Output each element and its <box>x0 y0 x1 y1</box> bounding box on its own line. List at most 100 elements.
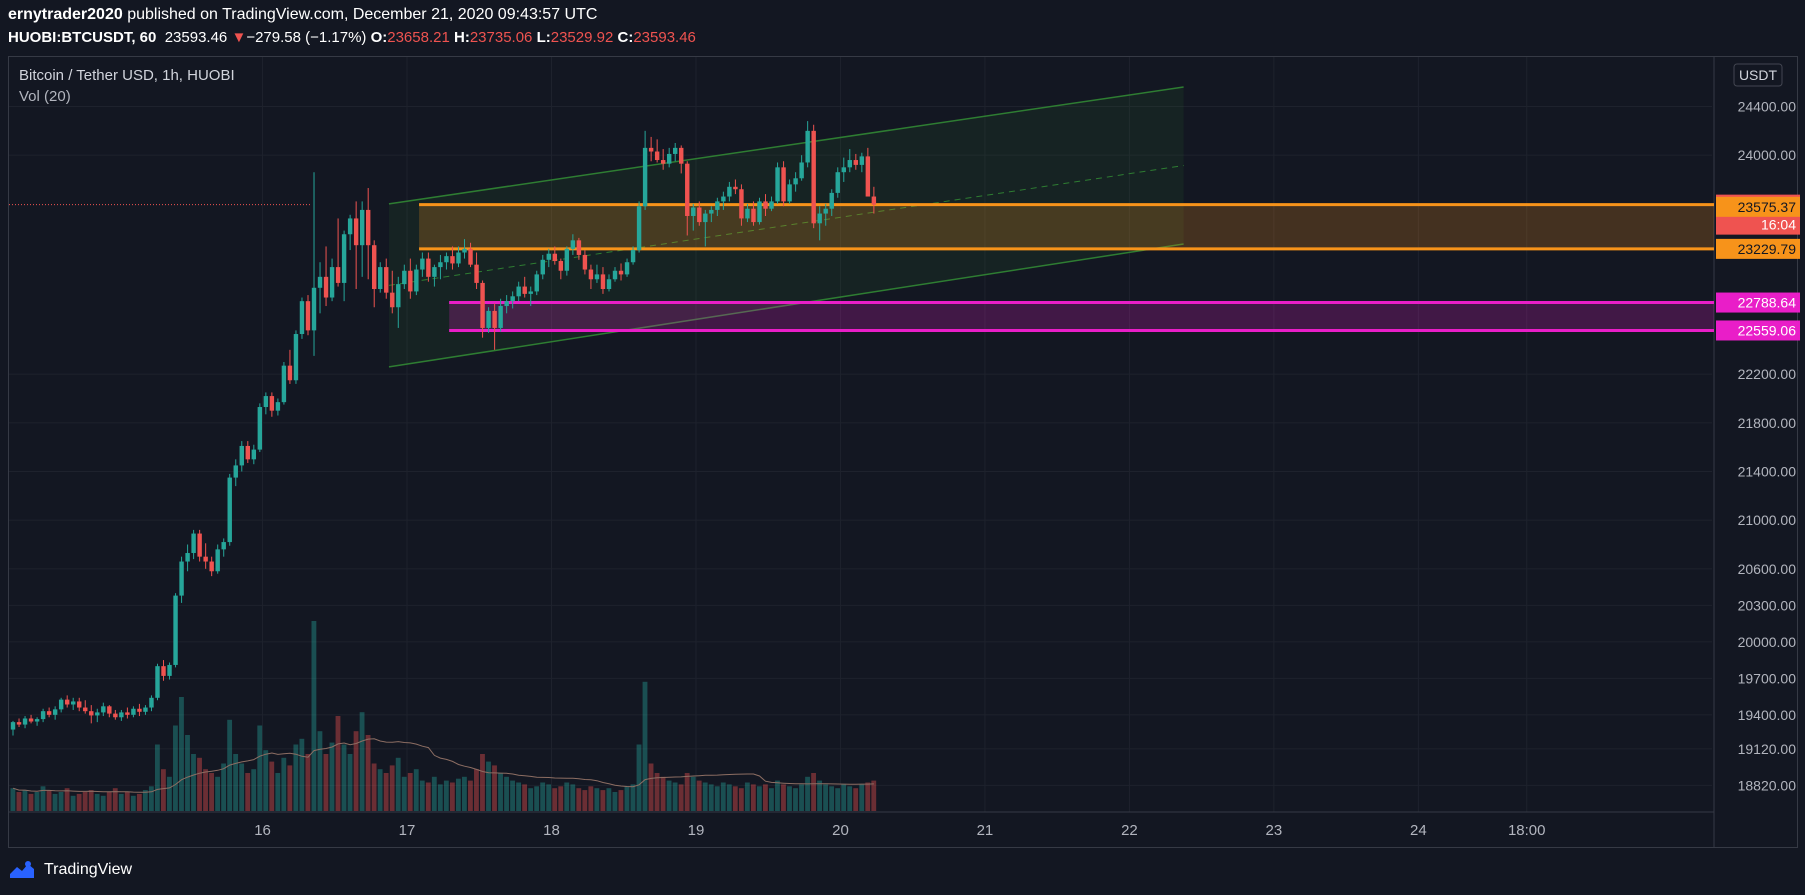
candle-body <box>853 160 859 165</box>
candle-body <box>233 465 238 478</box>
volume-bar <box>431 776 437 811</box>
volume-bar <box>70 795 76 811</box>
candle-body <box>787 184 792 202</box>
candle-body <box>468 248 473 265</box>
candle-body <box>474 264 479 283</box>
volume-bar <box>594 788 600 811</box>
candle-body <box>245 445 250 460</box>
candle-body <box>865 156 871 197</box>
candle-body <box>763 201 768 209</box>
chart-canvas[interactable]: 24400.00 24000.00 22200.00 21800.00 21400.00… <box>0 0 1805 895</box>
volume-bar <box>275 773 281 811</box>
volume-bar <box>389 765 395 811</box>
candle-body <box>185 553 190 562</box>
volume-bar <box>486 761 491 811</box>
candle-body <box>408 270 413 292</box>
price-tick-label: 21800.00 <box>1738 415 1797 431</box>
candle-body <box>173 595 178 665</box>
candle-body <box>691 207 696 216</box>
candle-body <box>384 267 389 293</box>
volume-bar <box>468 780 473 811</box>
volume-bar <box>437 784 443 811</box>
volume-bar <box>756 786 762 811</box>
volume-bar <box>281 757 287 811</box>
volume-bar <box>263 750 269 811</box>
candle-body <box>781 167 786 202</box>
candle-body <box>841 167 846 173</box>
volume-bar <box>16 792 22 811</box>
volume-bar <box>534 786 540 811</box>
candle-body <box>660 160 666 164</box>
candle-body <box>751 208 756 223</box>
candle-body <box>588 269 594 280</box>
volume-bar <box>510 780 515 811</box>
volume-bar <box>52 793 58 811</box>
volume-bar <box>215 776 220 811</box>
volume-bar <box>720 782 726 811</box>
currency-button-label[interactable]: USDT <box>1739 67 1778 83</box>
time-tick-label: 18 <box>543 822 560 839</box>
volume-bar <box>504 776 509 811</box>
candle-body <box>28 718 34 722</box>
footer-brand[interactable]: TradingView <box>44 861 132 879</box>
volume-bar <box>197 757 202 811</box>
volume-bar <box>269 761 275 811</box>
volume-bar <box>395 757 401 811</box>
volume-bar <box>58 792 64 811</box>
volume-bar <box>618 790 624 811</box>
volume-bar <box>847 786 853 811</box>
volume-bar <box>642 681 648 811</box>
time-tick-label: 22 <box>1121 822 1138 839</box>
candle-body <box>58 699 64 710</box>
volume-bar <box>100 795 106 811</box>
candle-body <box>251 449 257 460</box>
candle-body <box>528 291 533 294</box>
candle-body <box>769 201 774 209</box>
candle-body <box>149 697 154 708</box>
volume-bar <box>341 744 347 811</box>
volume-bar <box>678 784 684 811</box>
candle-body <box>287 365 293 381</box>
price-tick-label: 22200.00 <box>1738 366 1797 382</box>
candle-body <box>269 396 275 411</box>
volume-bar <box>449 782 455 811</box>
volume-bar <box>305 754 311 811</box>
volume-bar <box>660 776 666 811</box>
candle-body <box>317 276 323 288</box>
volume-legend: Vol (20) <box>19 88 71 105</box>
candle-body <box>823 208 828 214</box>
resistance-zone[interactable] <box>419 204 1714 249</box>
candle-body <box>540 259 545 275</box>
volume-bar <box>34 792 40 811</box>
candle-body <box>191 533 196 554</box>
volume-bar <box>805 776 810 811</box>
volume-bar <box>64 788 70 811</box>
tradingview-logo-icon[interactable] <box>8 860 38 880</box>
candle-body <box>34 719 40 722</box>
candle-body <box>101 706 106 713</box>
candle-body <box>733 186 738 190</box>
candle-body <box>624 262 630 275</box>
volume-bar <box>558 786 564 811</box>
volume-bar <box>666 780 672 811</box>
candle-body <box>95 712 100 716</box>
volume-bar <box>702 782 708 811</box>
volume-bar <box>136 793 142 811</box>
volume-bar <box>763 784 768 811</box>
candle-body <box>365 209 371 246</box>
price-tick-label: 19400.00 <box>1738 707 1797 723</box>
price-tick-label: 19700.00 <box>1738 670 1797 686</box>
candle-body <box>486 310 491 328</box>
candle-body <box>335 267 341 283</box>
candle-body <box>570 240 576 249</box>
volume-bar <box>769 788 774 811</box>
support-zone[interactable] <box>449 302 1714 331</box>
volume-bar <box>413 769 419 811</box>
candle-body <box>817 213 822 224</box>
volume-bar <box>564 782 570 811</box>
price-axis-badge-label: 22788.64 <box>1738 295 1797 311</box>
volume-bar <box>257 725 263 811</box>
candle-body <box>648 147 654 152</box>
volume-bar <box>443 780 449 811</box>
candle-body <box>305 301 311 331</box>
